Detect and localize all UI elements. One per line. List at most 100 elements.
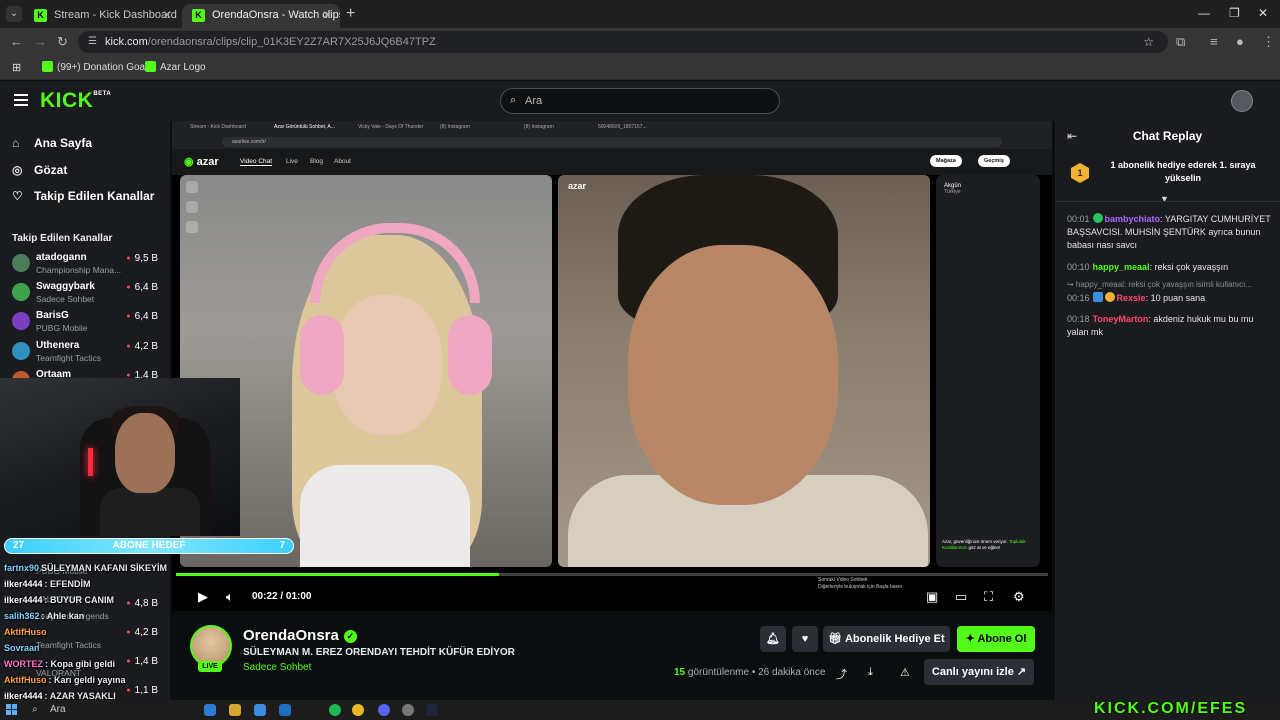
user-avatar[interactable]: [1231, 90, 1253, 112]
side-note-tail: göz at ve eğlen!: [968, 545, 1001, 550]
search-input[interactable]: ⌕ Ara: [500, 88, 780, 114]
verified-badge-icon: [1092, 213, 1103, 223]
pinned-message[interactable]: 1 1 abonelik hediye ederek 1. sıraya yük…: [1065, 151, 1275, 191]
windows-start-icon[interactable]: [6, 704, 18, 716]
close-tab-icon[interactable]: ✕: [162, 8, 172, 22]
taskbar-search[interactable]: ⌕ Ara: [28, 702, 168, 718]
channel-item[interactable]: Uthenera Teamfight Tactics 4,2 B: [12, 340, 162, 368]
webcam-overlay: [0, 378, 240, 536]
reload-icon[interactable]: ↻: [57, 34, 68, 50]
app-icon[interactable]: [279, 704, 291, 716]
close-tab-icon[interactable]: ✕: [322, 8, 332, 22]
channel-name: Swaggybark: [36, 281, 95, 292]
message-username[interactable]: ToneyMarton: [1093, 314, 1149, 324]
channel-item[interactable]: BarisG PUBG Mobile 6,4 B: [12, 310, 162, 338]
captured-tab: Vicky Vale - Days Of Thunder: [358, 124, 424, 130]
person-face: [628, 245, 838, 505]
nav-browse[interactable]: ◎ Gözat: [12, 163, 67, 177]
steam-icon[interactable]: [426, 704, 438, 716]
settings-icon[interactable]: ⚙: [1013, 589, 1025, 605]
browser-menu-icon[interactable]: ⋮: [1262, 34, 1275, 50]
spotify-icon[interactable]: [329, 704, 341, 716]
watch-live-label: Canlı yayını izle: [931, 666, 1014, 678]
browser-tab-clip[interactable]: K OrendaOnsra - Watch clips on Kick ✕: [182, 4, 340, 28]
follow-heart-icon[interactable]: ♥: [792, 626, 818, 652]
channel-name-row[interactable]: OrendaOnsra ✓: [243, 627, 357, 644]
message-timestamp: 00:16: [1067, 293, 1090, 303]
kick-logo[interactable]: KICKBETA: [40, 89, 111, 113]
bookmark-azar-logo[interactable]: Azar Logo: [145, 61, 206, 73]
tab-search-icon[interactable]: ⌄: [6, 6, 22, 22]
browser-tab-dashboard[interactable]: K Stream - Kick Dashboard ✕: [24, 4, 180, 28]
gift-sub-button[interactable]: 🎁︎ Abonelik Hediye Et: [823, 626, 950, 652]
restore-icon[interactable]: ❐: [1229, 6, 1240, 20]
message-username[interactable]: bambychiato: [1105, 214, 1161, 224]
video-player[interactable]: Stream - Kick Dashboard Azar Görüntülü S…: [172, 121, 1052, 611]
bookmark-label: (99+) Donation Goa...: [57, 62, 154, 73]
message-username[interactable]: happy_meaal: [1093, 262, 1150, 272]
azar-nav-item: Blog: [310, 158, 324, 165]
report-icon[interactable]: ⚠: [900, 666, 910, 679]
watch-live-button[interactable]: Canlı yayını izle ↗: [924, 659, 1034, 685]
channel-item[interactable]: atadogann Championship Mana... 9,5 B: [12, 252, 162, 280]
bookmarks-bar: ⊞ (99+) Donation Goa... Azar Logo: [0, 56, 1280, 80]
category-link[interactable]: Sadece Sohbet: [243, 662, 311, 673]
message-username[interactable]: Rexsie: [1117, 293, 1146, 303]
nav-home[interactable]: ⌂ Ana Sayfa: [12, 136, 92, 150]
external-link-icon: ↗: [1016, 666, 1027, 678]
chat-message: 00:18 ToneyMarton: akdeniz hukuk mu bu mu…: [1067, 313, 1272, 339]
fullscreen-icon[interactable]: ⛶: [984, 589, 993, 605]
bookmark-donation-goal[interactable]: (99+) Donation Goa...: [42, 61, 153, 73]
channel-name: Uthenera: [36, 340, 80, 351]
share-icon[interactable]: ⤴: [836, 666, 847, 682]
nav-label: Takip Edilen Kanallar: [34, 189, 155, 203]
expand-pinned-icon[interactable]: ▼: [1160, 194, 1169, 204]
nav-following[interactable]: ♡ Takip Edilen Kanallar: [12, 189, 154, 203]
store-icon[interactable]: [254, 704, 266, 716]
next-label: Sonraki Video Sohbeti: [818, 577, 868, 583]
forward-icon[interactable]: →: [34, 34, 47, 49]
bookmark-star-icon[interactable]: ☆: [1143, 35, 1154, 49]
apps-grid-icon[interactable]: ⊞: [12, 61, 21, 74]
edge-icon[interactable]: [204, 704, 216, 716]
obs-icon[interactable]: [402, 704, 414, 716]
taskbar-search-label: Ara: [50, 704, 66, 715]
channel-item[interactable]: Swaggybark Sadece Sohbet 6,4 B: [12, 281, 162, 309]
reading-list-icon[interactable]: ≡: [1210, 34, 1218, 49]
message-timestamp: 00:01: [1067, 214, 1090, 224]
captured-tab: 50048609_1807157...: [598, 124, 647, 130]
close-window-icon[interactable]: ✕: [1258, 6, 1268, 20]
profile-icon[interactable]: ●: [1236, 34, 1244, 49]
site-info-icon[interactable]: ☰: [88, 36, 97, 47]
url-field[interactable]: ☰ kick.com/orendaonsra/clips/clip_01K3EY…: [78, 31, 1168, 53]
viewer-count: 9,5 B: [126, 253, 158, 264]
progress-bar[interactable]: [176, 573, 1048, 576]
discord-icon[interactable]: [378, 704, 390, 716]
volume-icon[interactable]: 🔈︎: [226, 589, 234, 605]
views-label: görüntülenme: [687, 667, 750, 678]
minimize-icon[interactable]: —: [1198, 6, 1210, 20]
pip-icon[interactable]: ▣: [926, 589, 938, 605]
channel-name[interactable]: OrendaOnsra: [243, 627, 339, 644]
search-icon: ⌕: [32, 704, 38, 715]
extensions-icon[interactable]: ⧉: [1176, 34, 1185, 50]
streamer-face: [115, 413, 175, 493]
chrome-icon[interactable]: [352, 704, 364, 716]
channel-name: BarisG: [36, 310, 69, 321]
overlay-username: ilker4444: [4, 579, 43, 589]
gift-icon: 🎁︎: [828, 633, 845, 645]
file-explorer-icon[interactable]: [229, 704, 241, 716]
subscribe-button[interactable]: ✦ Abone Ol: [957, 626, 1035, 652]
theater-icon[interactable]: ▭: [955, 589, 967, 605]
notification-bell-icon[interactable]: 🔔︎: [760, 626, 786, 652]
sparkle-icon: ✦: [965, 633, 978, 645]
new-tab-button[interactable]: +: [346, 5, 355, 23]
back-icon[interactable]: ←: [10, 34, 23, 49]
menu-icon[interactable]: [14, 94, 28, 106]
channel-avatar: [12, 342, 30, 360]
azar-nav-item: About: [334, 158, 351, 165]
side-note-text: Azar, güvenliğinize önem veriyor.: [942, 539, 1008, 544]
download-icon[interactable]: ⤓: [868, 666, 873, 679]
following-title: Takip Edilen Kanallar: [12, 233, 113, 244]
clip-info: LIVE OrendaOnsra ✓ SÜLEYMAN M. EREZ OREND…: [172, 611, 1052, 700]
